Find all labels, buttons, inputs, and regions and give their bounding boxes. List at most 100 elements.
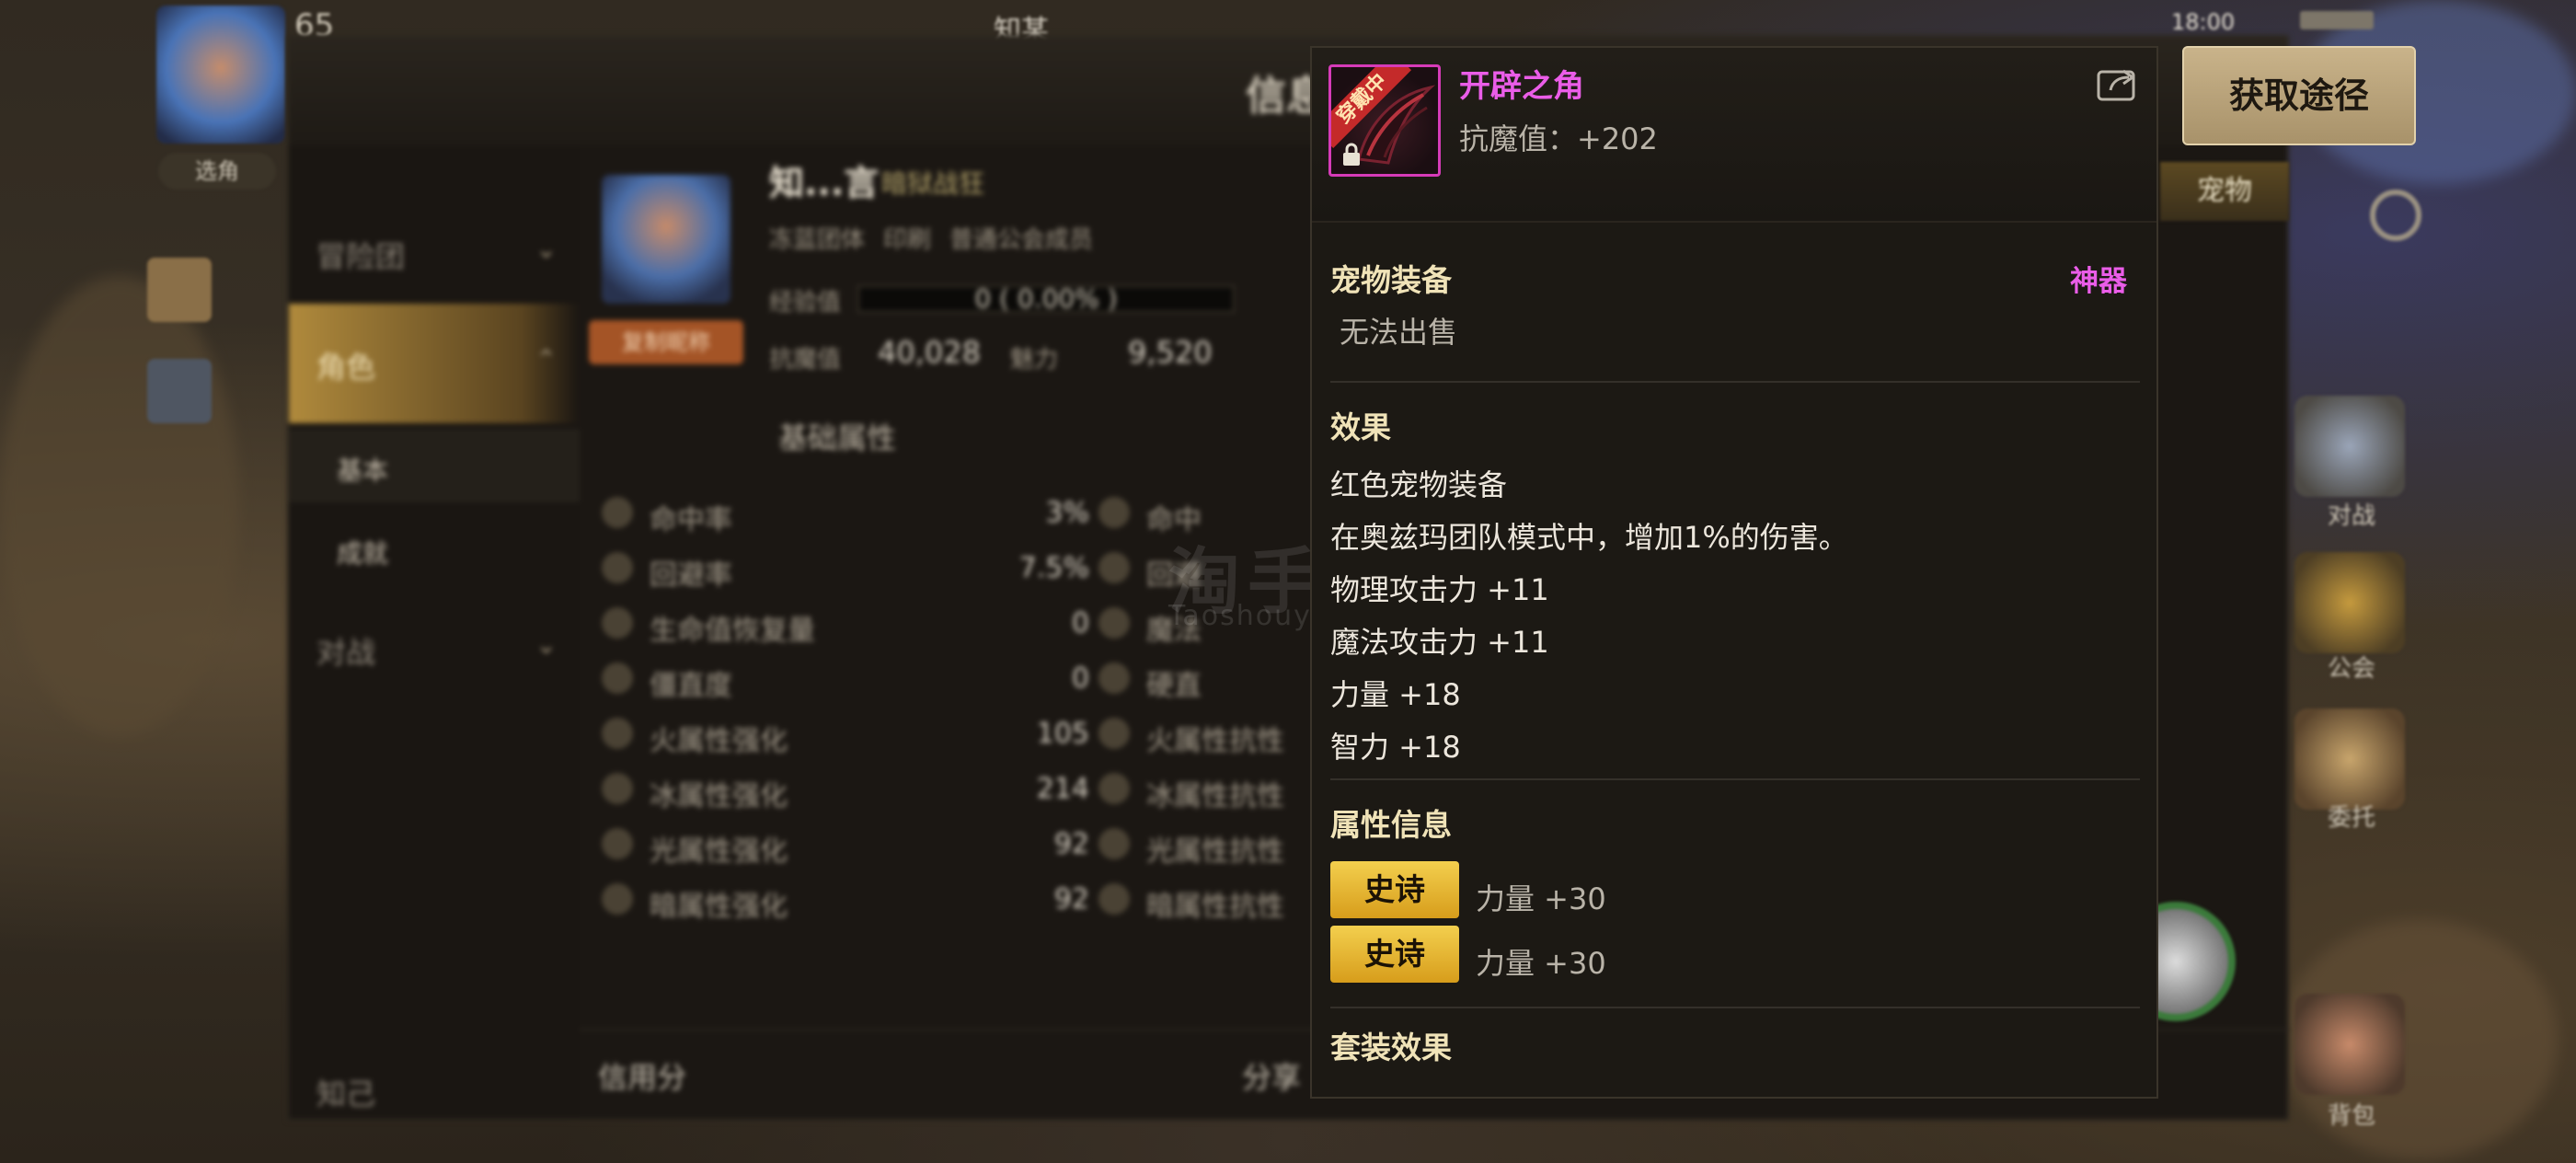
sidebar: 冒险团 ⌄ 角色 ⌃ 基本 成就 对战 ⌄ 知己 xyxy=(289,147,580,1119)
attribute-value: 3% xyxy=(1045,497,1089,529)
attribute-icon xyxy=(1098,718,1130,749)
attribute-icon xyxy=(602,773,633,804)
character-job: 暗狱战狂 xyxy=(881,168,985,199)
attribute-value: 214 xyxy=(1036,773,1089,805)
character-name: 知...言 xyxy=(769,163,880,203)
attribute-value: 105 xyxy=(1036,718,1089,750)
sidebar-item-label: 冒险团 xyxy=(316,239,406,274)
copy-nickname-button[interactable]: 复制昵称 xyxy=(589,320,743,364)
attribute-row: 冰属性强化 214 xyxy=(602,764,1089,815)
resist-label: 抗魔值 xyxy=(769,346,842,374)
attribute-row: 光属性强化 92 xyxy=(602,819,1089,870)
effect-line: 在奥兹玛团队模式中，增加1%的伤害。 xyxy=(1330,520,1848,555)
chevron-up-icon: ⌃ xyxy=(535,344,558,374)
attribute-label: 光属性强化 xyxy=(650,835,788,868)
attribute-value: 92 xyxy=(1053,883,1089,915)
attribute-icon xyxy=(602,497,633,528)
attribute-icon xyxy=(602,718,633,749)
attribute-label: 硬直 xyxy=(1146,670,1202,702)
character-portrait xyxy=(602,175,730,304)
attribute-row: 暗属性强化 92 xyxy=(602,874,1089,926)
attribute-icon xyxy=(1098,883,1130,915)
effect-line: 智力 +18 xyxy=(1330,730,1461,765)
horn-item-icon[interactable]: 穿戴中 xyxy=(1328,64,1441,177)
divider xyxy=(1330,1007,2140,1008)
guild-member: 普通公会成员 xyxy=(949,226,1094,254)
effect-line: 魔法攻击力 +11 xyxy=(1330,625,1549,660)
attribute-info-title: 属性信息 xyxy=(1330,807,1452,843)
attribute-label: 暗属性抗性 xyxy=(1146,891,1284,923)
share-icon[interactable] xyxy=(2096,64,2140,103)
tab-basic-attributes[interactable]: 基础属性 xyxy=(580,405,1095,471)
attribute-row: 回避率 7.5% xyxy=(602,543,1089,594)
settings-gear-icon[interactable] xyxy=(2370,190,2421,241)
unsellable-text: 无法出售 xyxy=(1340,315,1458,350)
set-effect-title: 套装效果 xyxy=(1330,1030,1452,1065)
exp-label: 经验值 xyxy=(769,289,842,317)
sidebar-subitem-achievement[interactable]: 成就 xyxy=(289,512,580,585)
effect-section-title: 效果 xyxy=(1330,409,1391,445)
guild-role: 印刷 xyxy=(883,226,932,254)
attribute-icon xyxy=(602,662,633,694)
attribute-label: 僵直度 xyxy=(650,670,732,702)
attribute-icon xyxy=(1098,773,1130,804)
menu-battle-label: 对战 xyxy=(2328,502,2376,530)
attribute-label: 冰属性抗性 xyxy=(1146,780,1284,812)
attribute-icon xyxy=(602,607,633,639)
chevron-down-icon: ⌄ xyxy=(535,234,558,264)
item-name: 开辟之角 xyxy=(1459,68,1584,105)
attribute-label: 火属性强化 xyxy=(650,725,788,757)
tooltip-header: 穿戴中 开辟之角 抗魔值：+202 xyxy=(1312,48,2156,223)
item-type-label: 宠物装备 xyxy=(1330,262,1452,298)
attribute-value: 92 xyxy=(1053,828,1089,860)
lock-icon xyxy=(1343,143,1360,166)
attribute-value: 0 xyxy=(1071,662,1089,695)
attribute-label: 回避率 xyxy=(650,559,732,592)
attribute-icon xyxy=(602,828,633,859)
menu-guild-label: 公会 xyxy=(2328,655,2376,683)
menu-bag-label: 背包 xyxy=(2328,1102,2376,1130)
menu-guild-icon[interactable] xyxy=(2294,552,2405,653)
effect-line: 力量 +18 xyxy=(1330,677,1461,712)
hud-signal-icon xyxy=(2300,11,2374,29)
guild-label: 冻蓝团体 xyxy=(769,226,866,254)
sidebar-item-adventure-team[interactable]: 冒险团 ⌄ xyxy=(289,193,580,285)
hud-quest-icon-2[interactable] xyxy=(147,359,212,423)
credit-score-button[interactable]: 信用分 xyxy=(598,1054,686,1097)
exp-bar: 0 ( 0.00% ) xyxy=(857,285,1235,313)
hud-switch-character-button[interactable]: 选角 xyxy=(158,153,276,190)
attribute-row: 命中率 3% xyxy=(602,488,1089,539)
item-grade-label: 神器 xyxy=(2070,265,2127,298)
pet-tab[interactable]: 宠物 xyxy=(2160,162,2289,221)
attribute-value: 7.5% xyxy=(1018,552,1089,584)
menu-bag-icon[interactable] xyxy=(2294,994,2405,1095)
menu-commission-icon[interactable] xyxy=(2294,708,2405,810)
hud-clock: 18:00 xyxy=(2171,9,2236,35)
sidebar-item-label: 对战 xyxy=(316,635,376,670)
effect-line: 红色宠物装备 xyxy=(1330,467,1508,502)
hud-avatar[interactable] xyxy=(156,6,285,144)
attribute-label: 光属性抗性 xyxy=(1146,835,1284,868)
sidebar-item-battle[interactable]: 对战 ⌄ xyxy=(289,589,580,681)
hud-quest-icon[interactable] xyxy=(147,258,212,322)
sidebar-item-character[interactable]: 角色 ⌃ xyxy=(289,304,580,423)
resist-value: 40,028 xyxy=(878,335,981,370)
attribute-row: 火属性强化 105 xyxy=(602,708,1089,760)
divider xyxy=(1330,778,2140,780)
attribute-label: 命中率 xyxy=(650,504,732,536)
menu-battle-icon[interactable] xyxy=(2294,396,2405,497)
sidebar-subitem-basic[interactable]: 基本 xyxy=(289,429,580,502)
acquire-source-button[interactable]: 获取途径 xyxy=(2182,46,2416,145)
share-button[interactable]: 分享 xyxy=(1242,1054,1301,1097)
menu-commission-label: 委托 xyxy=(2328,804,2376,832)
attribute-icon xyxy=(602,883,633,915)
charm-label: 魅力 xyxy=(1010,346,1059,374)
attribute-icon xyxy=(1098,828,1130,859)
attribute-value: 0 xyxy=(1071,607,1089,639)
attribute-icon xyxy=(1098,497,1130,528)
attribute-row: 生命值恢复量 0 xyxy=(602,598,1089,650)
effect-line: 物理攻击力 +11 xyxy=(1330,572,1549,607)
sidebar-bottom-friends[interactable]: 知己 xyxy=(289,1031,580,1123)
epic-badge: 史诗 xyxy=(1330,926,1459,983)
divider xyxy=(1330,381,2140,383)
